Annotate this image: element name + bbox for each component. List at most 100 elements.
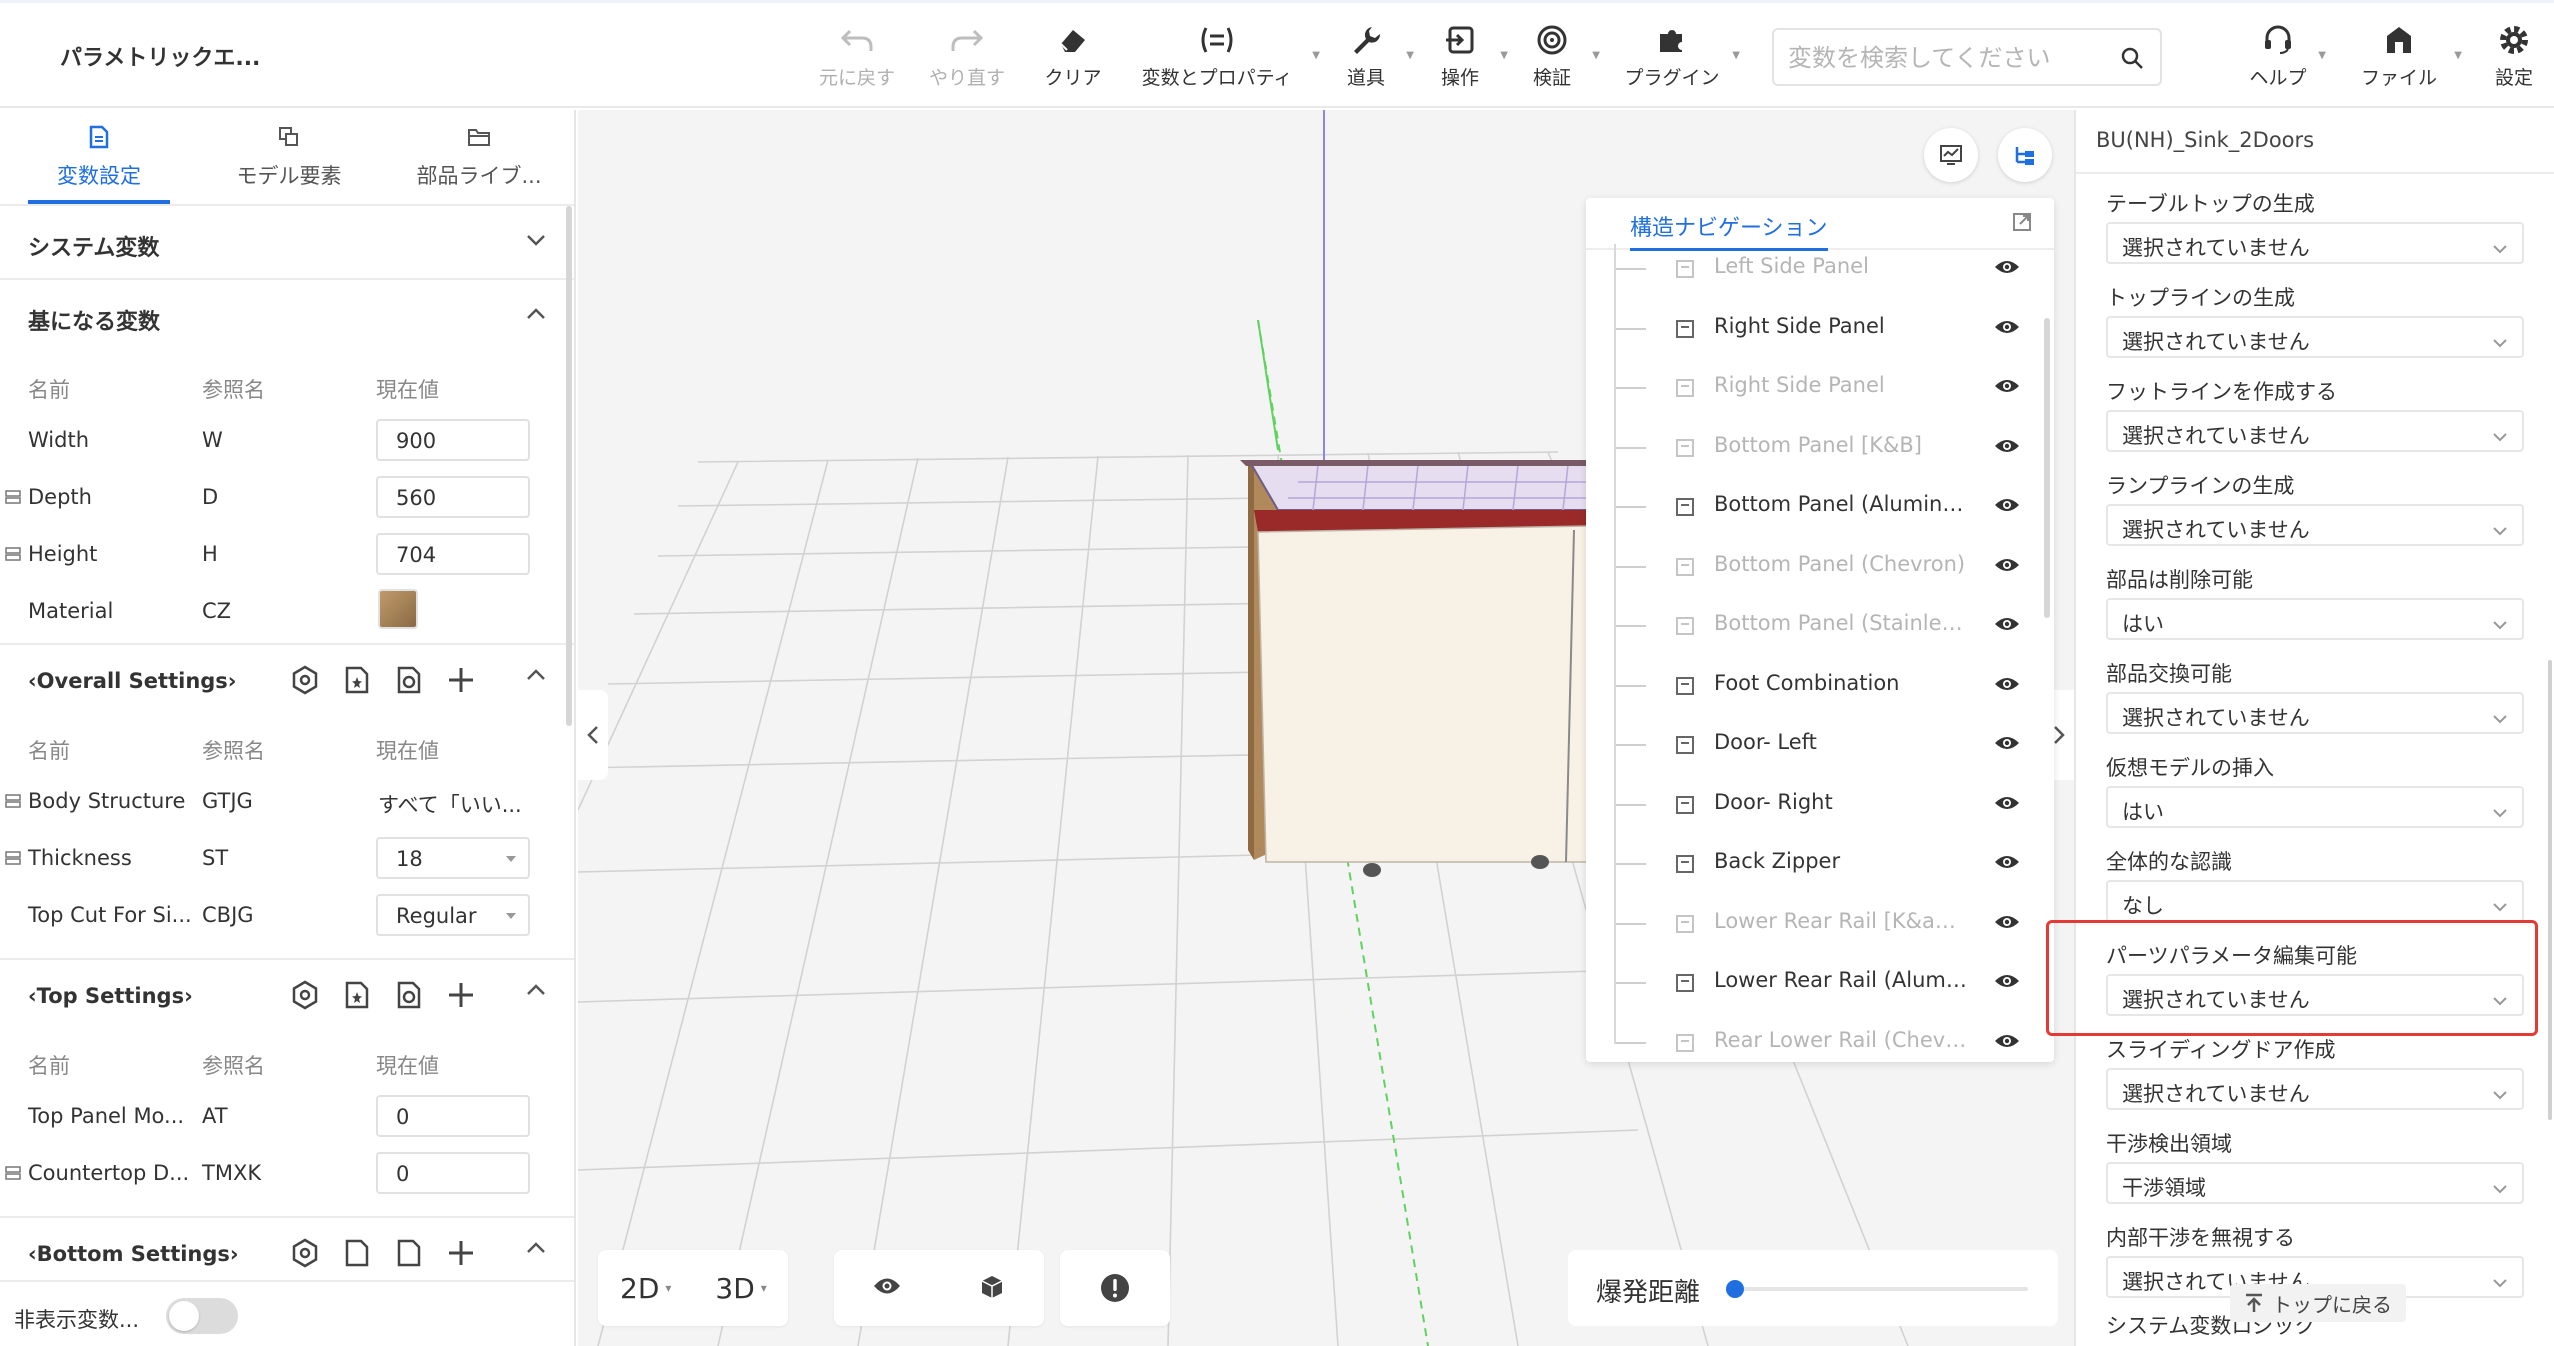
undo-button[interactable]: 元に戻す [812,20,902,90]
eye-icon[interactable] [1994,615,2020,637]
expand-icon[interactable] [2012,212,2032,236]
tab-parts-library[interactable]: 部品ライブ... [384,122,574,190]
help-button[interactable]: ヘルプ ▼ [2248,20,2326,90]
eye-icon[interactable] [1994,853,2020,875]
nav-tree-item[interactable]: Bottom Panel (Chevron) [1586,536,2054,596]
redo-button[interactable]: やり直す [922,20,1012,90]
prop-select[interactable]: 選択されていません [2106,410,2524,452]
tab-variable-settings[interactable]: 変数設定 [4,122,194,204]
add-file-icon[interactable] [342,1238,372,1272]
vars-props-button[interactable]: 変数とプロパティ ▼ [1132,20,1320,90]
nav-tree-item[interactable]: Bottom Panel (Stainless ... [1586,595,2054,655]
var-value-select[interactable]: Regular [376,894,530,936]
settings-hex-icon[interactable] [290,665,320,699]
warning-button[interactable] [1060,1250,1170,1326]
file-settings-icon[interactable] [394,980,424,1014]
prop-select[interactable]: はい [2106,598,2524,640]
nav-tree-item[interactable]: Bottom Panel [K&B] [1586,417,2054,477]
file-settings-icon[interactable] [394,1238,424,1272]
collapse-left-button[interactable] [578,690,608,780]
top-settings-header[interactable]: ‹Top Settings› [0,958,574,1030]
prop-select[interactable]: 選択されていません [2106,504,2524,546]
collapse-box-icon[interactable] [1676,736,1694,754]
prop-select[interactable]: 干渉領域 [2106,1162,2524,1204]
var-value-input[interactable]: 900 [376,419,530,461]
nav-tree-item[interactable]: Right Side Panel [1586,298,2054,358]
collapse-box-icon[interactable] [1676,795,1694,814]
clear-button[interactable]: クリア [1030,20,1116,90]
plus-icon[interactable] [446,665,476,699]
eye-icon[interactable] [1994,318,2020,340]
var-value-input[interactable]: 0 [376,1095,530,1137]
file-settings-icon[interactable] [394,665,424,699]
eye-icon[interactable] [1994,675,2020,697]
nav-tree-item[interactable]: Door- Left [1586,714,2054,774]
prop-select[interactable]: はい [2106,786,2524,828]
plus-icon[interactable] [446,980,476,1014]
nav-tree-item[interactable]: Lower Rear Rail [K&amp;... [1586,893,2054,953]
drag-handle-icon[interactable] [5,1165,21,1185]
eye-icon[interactable] [1994,556,2020,578]
prop-select[interactable]: 選択されていません [2106,222,2524,264]
prop-select[interactable]: なし [2106,880,2524,922]
drag-handle-icon[interactable] [5,546,21,566]
view-2d-button[interactable]: 2D ▾ [598,1272,693,1305]
base-vars-header[interactable]: 基になる変数 [0,280,574,354]
eye-icon[interactable] [1994,734,2020,756]
3d-viewport[interactable]: 構造ナビゲーション Left Side Panel Right Side Pane… [578,110,2074,1346]
collapse-box-icon[interactable] [1676,1033,1694,1052]
eye-icon[interactable] [1994,377,2020,399]
collapse-box-icon[interactable] [1676,676,1694,695]
add-file-icon[interactable] [342,665,372,699]
collapse-box-icon[interactable] [1676,498,1694,516]
add-file-icon[interactable] [342,980,372,1014]
eye-view-button[interactable] [872,1275,902,1301]
settings-hex-icon[interactable] [290,1238,320,1272]
explode-slider-thumb[interactable] [1726,1280,1744,1298]
var-value-text[interactable]: すべて「いい... [378,789,522,819]
tab-model-elements[interactable]: モデル要素 [194,122,384,190]
overall-settings-header[interactable]: ‹Overall Settings› [0,643,574,715]
nav-tree-item[interactable]: Rear Lower Rail (Chevron) [1586,1012,2054,1063]
var-value-select[interactable]: 18 [376,837,530,879]
eye-icon[interactable] [1994,496,2020,518]
nav-tree-item[interactable]: Left Side Panel [1586,238,2054,298]
eye-icon[interactable] [1994,258,2020,280]
collapse-box-icon[interactable] [1676,319,1694,338]
search-input[interactable] [1788,40,2098,76]
var-value-input[interactable]: 0 [376,1152,530,1194]
nav-tree-item[interactable]: Bottom Panel (Aluminu... [1586,476,2054,536]
prop-select[interactable]: 選択されていません [2106,692,2524,734]
hidden-vars-toggle[interactable] [166,1298,238,1334]
tools-button[interactable]: 道具 ▼ [1336,20,1414,90]
left-scrollbar[interactable] [566,206,572,726]
bottom-settings-header[interactable]: ‹Bottom Settings› [0,1216,574,1288]
nav-tree-item[interactable]: Foot Combination [1586,655,2054,715]
nav-tree-item[interactable]: Lower Rear Rail (Alumin... [1586,952,2054,1012]
collapse-box-icon[interactable] [1676,438,1694,457]
nav-tree-item[interactable]: Door- Right [1586,774,2054,834]
collapse-box-icon[interactable] [1676,914,1694,933]
search-icon[interactable] [2120,46,2144,74]
right-scrollbar[interactable] [2548,660,2552,1120]
plugins-button[interactable]: プラグイン ▼ [1622,20,1740,90]
drag-handle-icon[interactable] [5,850,21,870]
plus-icon[interactable] [446,1238,476,1272]
settings-button[interactable]: 設定 [2484,20,2544,90]
collapse-box-icon[interactable] [1676,557,1694,576]
eye-icon[interactable] [1994,437,2020,459]
settings-hex-icon[interactable] [290,980,320,1014]
file-button[interactable]: ファイル ▼ [2354,20,2462,90]
collapse-box-icon[interactable] [1676,260,1694,278]
drag-handle-icon[interactable] [5,489,21,509]
operation-button[interactable]: 操作 ▼ [1430,20,1508,90]
var-value-input[interactable]: 704 [376,533,530,575]
prop-select[interactable]: 選択されていません [2106,1068,2524,1110]
collapse-box-icon[interactable] [1676,974,1694,992]
eye-icon[interactable] [1994,1032,2020,1054]
eye-icon[interactable] [1994,913,2020,935]
chart-view-button[interactable] [1924,128,1978,182]
back-to-top-button[interactable]: トップに戻る [2230,1284,2406,1322]
verify-button[interactable]: 検証 ▼ [1522,20,1600,90]
eye-icon[interactable] [1994,794,2020,816]
